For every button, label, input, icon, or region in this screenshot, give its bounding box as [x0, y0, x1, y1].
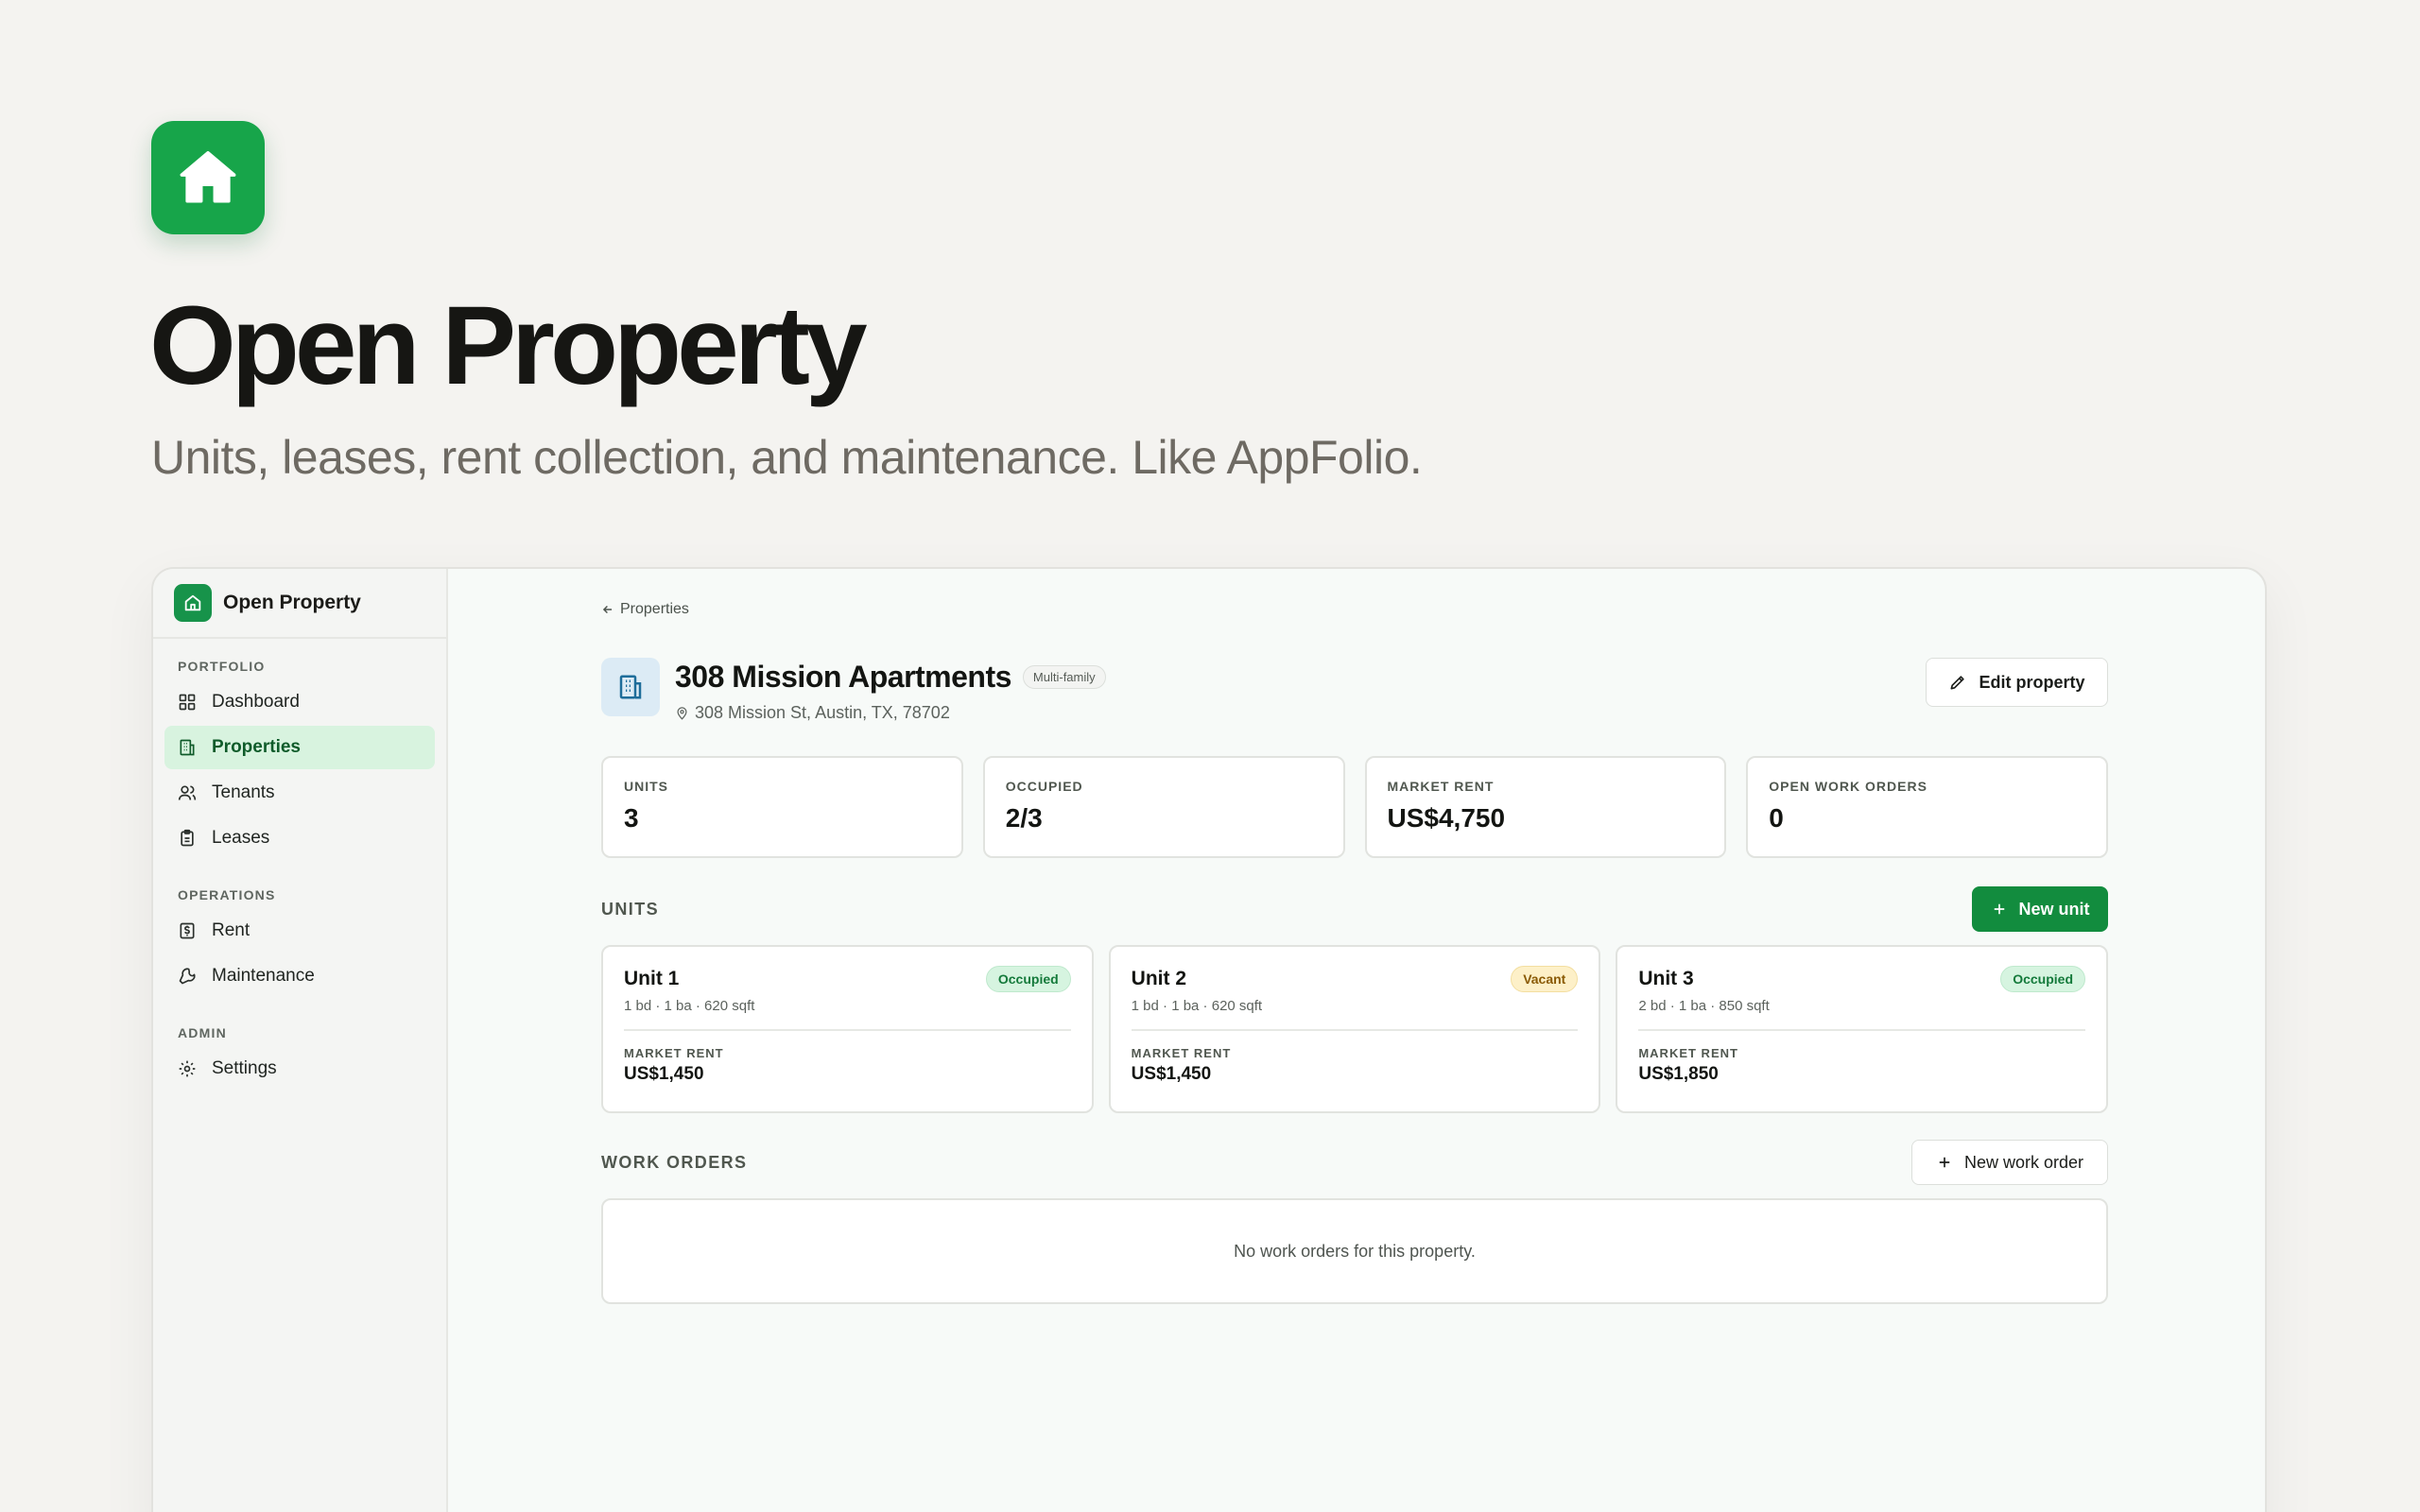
sidebar-item-leases[interactable]: Leases [164, 816, 435, 860]
work-orders-section-header: WORK ORDERS New work order [601, 1140, 2108, 1185]
sidebar-item-properties[interactable]: Properties [164, 726, 435, 769]
sidebar-item-rent[interactable]: Rent [164, 909, 435, 953]
unit-meta: 1 bd · 1 ba · 620 sqft [624, 998, 1071, 1031]
unit-card[interactable]: Unit 2 Vacant 1 bd · 1 ba · 620 sqft MAR… [1108, 945, 1601, 1113]
sidebar: Open Property PORTFOLIO Dashboard Proper… [153, 569, 448, 1512]
map-pin-icon [677, 707, 687, 720]
new-work-order-button[interactable]: New work order [1911, 1140, 2108, 1185]
stat-card-units: UNITS 3 [601, 756, 963, 858]
status-badge: Occupied [985, 966, 1071, 992]
new-unit-label: New unit [2018, 899, 2090, 919]
stat-value: 3 [624, 803, 639, 833]
unit-rent: US$1,450 [624, 1064, 704, 1084]
property-header: 308 Mission Apartments Multi-family 308 … [601, 658, 1106, 723]
breadcrumb[interactable]: Properties [601, 601, 689, 618]
clipboard-icon [181, 829, 194, 847]
sidebar-item-maintenance[interactable]: Maintenance [164, 954, 435, 998]
stat-label: UNITS [624, 779, 668, 794]
plus-icon [1994, 903, 2004, 915]
arrow-left-icon [602, 605, 613, 614]
sidebar-item-label: Tenants [212, 782, 275, 802]
gear-icon [179, 1060, 196, 1077]
plus-icon [1939, 1157, 1950, 1168]
unit-name: Unit 2 [1131, 968, 1187, 989]
stat-label: OCCUPIED [1005, 779, 1083, 794]
home-icon [180, 151, 236, 203]
property-type-badge: Multi-family [1022, 664, 1106, 689]
unit-rent: US$1,450 [1131, 1064, 1212, 1084]
hero-tagline: Units, leases, rent collection, and main… [151, 431, 1423, 484]
sidebar-item-dashboard[interactable]: Dashboard [164, 680, 435, 724]
work-orders-empty-state: No work orders for this property. [601, 1198, 2108, 1304]
unit-rent-label: MARKET RENT [1131, 1046, 1232, 1060]
units-section-title: UNITS [601, 899, 659, 919]
nav-section-operations: OPERATIONS [178, 887, 276, 902]
work-orders-section-title: WORK ORDERS [601, 1152, 748, 1172]
status-badge: Vacant [1511, 966, 1579, 992]
wrench-icon [179, 968, 196, 985]
sidebar-item-label: Settings [212, 1058, 277, 1078]
empty-state-text: No work orders for this property. [1234, 1241, 1476, 1261]
page-title: 308 Mission Apartments [675, 659, 1011, 694]
stat-label: OPEN WORK ORDERS [1769, 779, 1927, 794]
stat-card-market-rent: MARKET RENT US$4,750 [1364, 756, 1727, 858]
sidebar-item-settings[interactable]: Settings [164, 1047, 435, 1091]
brand-name: Open Property [223, 592, 361, 613]
sidebar-item-label: Maintenance [212, 966, 315, 986]
nav-section-admin: ADMIN [178, 1025, 227, 1040]
building-icon [180, 739, 195, 756]
property-address-text: 308 Mission St, Austin, TX, 78702 [695, 703, 950, 722]
unit-meta: 1 bd · 1 ba · 620 sqft [1131, 998, 1579, 1031]
status-badge: Occupied [2000, 966, 2086, 992]
dollar-receipt-icon [180, 922, 195, 939]
unit-card[interactable]: Unit 1 Occupied 1 bd · 1 ba · 620 sqft M… [601, 945, 1094, 1113]
unit-rent: US$1,850 [1638, 1064, 1719, 1084]
users-icon [178, 785, 197, 800]
stat-value: 0 [1769, 803, 1784, 833]
edit-property-button[interactable]: Edit property [1926, 658, 2108, 707]
stat-card-open-work-orders: OPEN WORK ORDERS 0 [1746, 756, 2108, 858]
new-unit-button[interactable]: New unit [1972, 886, 2108, 932]
sidebar-brand[interactable]: Open Property [153, 569, 446, 639]
property-icon [601, 658, 660, 716]
sidebar-item-label: Dashboard [212, 692, 300, 712]
app-window: Open Property PORTFOLIO Dashboard Proper… [151, 567, 2267, 1512]
unit-rent-label: MARKET RENT [624, 1046, 724, 1060]
property-address: 308 Mission St, Austin, TX, 78702 [675, 703, 1106, 723]
building-icon [619, 675, 642, 699]
stat-card-occupied: OCCUPIED 2/3 [982, 756, 1345, 858]
unit-name: Unit 1 [624, 968, 680, 989]
hero-title: Open Property [149, 284, 868, 408]
new-work-order-label: New work order [1963, 1152, 2084, 1172]
edit-property-label: Edit property [1979, 672, 2085, 692]
unit-card[interactable]: Unit 3 Occupied 2 bd · 1 ba · 850 sqft M… [1616, 945, 2109, 1113]
grid-icon [179, 694, 196, 711]
unit-rent-label: MARKET RENT [1638, 1046, 1738, 1060]
units-list: Unit 1 Occupied 1 bd · 1 ba · 620 sqft M… [601, 945, 2109, 1113]
brand-logo [174, 584, 212, 622]
unit-name: Unit 3 [1638, 968, 1694, 989]
sidebar-item-tenants[interactable]: Tenants [164, 771, 435, 815]
sidebar-item-label: Leases [212, 828, 270, 848]
home-icon [184, 594, 201, 611]
breadcrumb-label: Properties [620, 601, 689, 617]
pencil-icon [1950, 676, 1965, 690]
stat-value: 2/3 [1005, 803, 1043, 833]
hero-logo [151, 121, 265, 234]
stat-value: US$4,750 [1387, 803, 1506, 833]
stats-row: UNITS 3 OCCUPIED 2/3 MARKET RENT US$4,75… [601, 756, 2108, 858]
unit-meta: 2 bd · 1 ba · 850 sqft [1638, 998, 2086, 1031]
sidebar-item-label: Rent [212, 920, 251, 940]
units-section-header: UNITS New unit [601, 886, 2108, 932]
sidebar-item-label: Properties [212, 737, 301, 757]
nav-section-portfolio: PORTFOLIO [178, 659, 266, 674]
stat-label: MARKET RENT [1387, 779, 1495, 794]
